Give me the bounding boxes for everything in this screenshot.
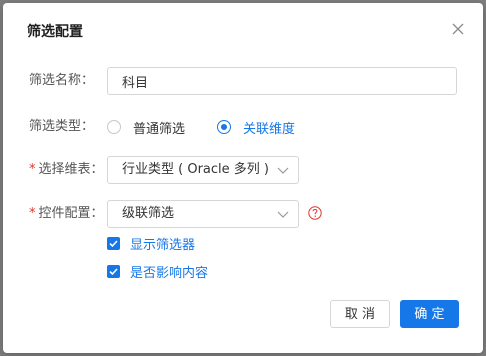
close-icon[interactable]	[451, 22, 465, 36]
filter-name-label: 筛选名称：	[29, 71, 119, 91]
dimension-table-label: * 选择维表：	[29, 160, 119, 180]
question-circle-icon[interactable]	[308, 206, 322, 220]
filter-config-dialog: 筛选配置 筛选名称： 筛选类型： 普通筛选 关联维度 *选择维表： 行业类型 (…	[3, 3, 483, 353]
control-config-value: 级联筛选	[122, 206, 175, 221]
required-mark: *	[29, 206, 36, 221]
radio-linked-dimension-label: 关联维度	[243, 121, 296, 137]
filter-name-label-text: 筛选名称：	[29, 73, 95, 88]
checkbox-affect-content[interactable]: 是否影响内容	[107, 262, 209, 281]
ok-button[interactable]: 确 定	[400, 300, 459, 328]
checkbox-show-filter[interactable]: 显示筛选器	[107, 234, 196, 253]
control-config-select[interactable]: 级联筛选	[107, 200, 299, 228]
dialog-title: 筛选配置	[27, 24, 83, 40]
checkbox-affect-content-label: 是否影响内容	[130, 265, 209, 281]
control-config-label-text: 控件配置：	[38, 206, 104, 221]
checkbox-checked	[107, 236, 120, 250]
chevron-down-icon	[277, 211, 289, 218]
dimension-table-select[interactable]: 行业类型 ( Oracle 多列 )	[107, 156, 299, 184]
radio-circle	[107, 120, 121, 134]
radio-normal-filter-label: 普通筛选	[133, 121, 186, 137]
radio-normal-filter[interactable]: 普通筛选	[107, 117, 185, 137]
checkbox-checked	[107, 264, 120, 278]
required-mark: *	[29, 162, 36, 177]
dimension-table-label-text: 选择维表：	[38, 162, 104, 177]
filter-name-input[interactable]	[107, 67, 457, 95]
dimension-table-value: 行业类型 ( Oracle 多列 )	[122, 162, 269, 177]
checkbox-show-filter-label: 显示筛选器	[130, 237, 196, 253]
chevron-down-icon	[277, 167, 289, 174]
check-icon	[109, 267, 118, 275]
cancel-button[interactable]: 取 消	[330, 300, 390, 328]
control-config-label: * 控件配置：	[29, 204, 119, 224]
filter-type-label-text: 筛选类型：	[29, 119, 95, 134]
check-icon	[109, 239, 118, 247]
radio-circle-checked	[217, 120, 231, 134]
filter-type-label: 筛选类型：	[29, 117, 119, 137]
radio-linked-dimension[interactable]: 关联维度	[217, 117, 295, 137]
